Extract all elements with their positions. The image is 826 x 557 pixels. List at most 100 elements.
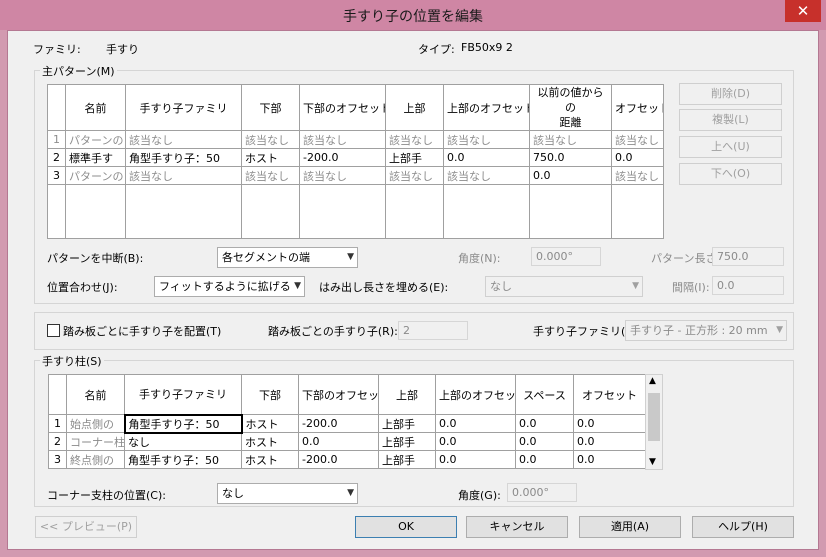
delete-button[interactable]: 削除(D) <box>679 83 782 105</box>
spacing-field[interactable]: 0.0 <box>712 276 784 295</box>
cell-family[interactable]: 該当なし <box>125 166 242 185</box>
cell-base[interactable]: ホスト <box>241 432 299 451</box>
cell-base[interactable]: ホスト <box>241 414 299 433</box>
tread-baluster-family-select[interactable]: 手すり子 - 正方形 : 20 mm ▼ <box>625 320 787 341</box>
cell-top-offset[interactable]: 0.0 <box>435 450 516 469</box>
table-row[interactable]: 1 パターンの 該当なし 該当なし 該当なし 該当なし 該当なし 該当なし 該当… <box>47 130 664 149</box>
cell-base-offset[interactable]: 該当なし <box>299 130 386 149</box>
cell-offset[interactable]: 該当なし <box>611 130 664 149</box>
cell-base-offset[interactable]: -200.0 <box>298 450 379 469</box>
row-number[interactable]: 2 <box>48 432 67 451</box>
move-down-button[interactable]: 下へ(O) <box>679 163 782 185</box>
cell-top[interactable]: 上部手 <box>378 450 436 469</box>
posts-table-scrollbar[interactable]: ▲ ▼ <box>645 374 663 470</box>
move-up-button[interactable]: 上へ(U) <box>679 136 782 158</box>
cell-distance[interactable]: 750.0 <box>529 148 612 167</box>
cell-offset[interactable]: 該当なし <box>611 166 664 185</box>
cell-name[interactable]: 始点側の <box>66 414 125 433</box>
scroll-down-icon[interactable]: ▼ <box>649 457 656 467</box>
justify-select[interactable]: フィットするように拡げる ▼ <box>154 276 305 297</box>
row-number[interactable]: 3 <box>48 450 67 469</box>
per-tread-checkbox-label[interactable]: 踏み板ごとに手すり子を配置(T) <box>63 323 221 339</box>
main-pattern-table[interactable]: 名前 手すり子ファミリ 下部 下部のオフセット 上部 上部のオフセット 以前の値… <box>47 84 664 239</box>
balusters-per-tread-field[interactable]: 2 <box>398 321 468 340</box>
table-row[interactable]: 1 始点側の 角型手すり子：50 ホスト -200.0 上部手 0.0 0.0 … <box>48 413 646 434</box>
cell-top[interactable]: 該当なし <box>385 166 444 185</box>
cell-base-offset[interactable]: -200.0 <box>298 414 379 433</box>
row-number[interactable]: 1 <box>47 130 66 149</box>
cell-base[interactable]: ホスト <box>241 450 299 469</box>
cell-base[interactable]: ホスト <box>241 148 300 167</box>
corner-angle-field[interactable]: 0.000° <box>507 483 577 502</box>
cell-family[interactable]: 角型手すり子：50 <box>125 148 242 167</box>
table-row[interactable]: 2 標準手す 角型手すり子：50 ホスト -200.0 上部手 0.0 750.… <box>47 148 664 167</box>
cell-base-offset[interactable]: 0.0 <box>298 432 379 451</box>
col-header-distance: 以前の値からの 距離 <box>529 84 612 131</box>
close-button[interactable]: ✕ <box>785 0 821 22</box>
cell-space[interactable]: 0.0 <box>515 450 574 469</box>
excess-length-value: なし <box>490 280 512 293</box>
table-row[interactable]: 3 パターンの 該当なし 該当なし 該当なし 該当なし 該当なし 0.0 該当な… <box>47 166 664 185</box>
col-header-baluster-family: 手すり子ファミリ <box>125 84 242 131</box>
preview-button[interactable]: << プレビュー(P) <box>35 516 137 538</box>
row-number[interactable]: 2 <box>47 148 66 167</box>
cell-name[interactable]: コーナー柱 <box>66 432 125 451</box>
cell-base-offset[interactable]: 該当なし <box>299 166 386 185</box>
cell-top-offset[interactable]: 該当なし <box>443 130 530 149</box>
row-number[interactable]: 3 <box>47 166 66 185</box>
cell-top[interactable]: 該当なし <box>385 130 444 149</box>
col-header-base-offset: 下部のオフセット <box>299 84 386 131</box>
scroll-thumb[interactable] <box>648 393 660 441</box>
scroll-up-icon[interactable]: ▲ <box>649 376 656 386</box>
posts-group-label: 手すり柱(S) <box>40 353 104 369</box>
col-header-space: スペース <box>515 374 574 415</box>
cell-family[interactable]: 該当なし <box>125 130 242 149</box>
cell-family[interactable]: なし <box>124 432 242 451</box>
cell-family[interactable]: 角型手すり子：50 <box>124 450 242 469</box>
cell-top-offset[interactable]: 0.0 <box>443 148 530 167</box>
posts-table[interactable]: 名前 手すり子ファミリ 下部 下部のオフセット 上部 上部のオフセット スペース… <box>48 374 646 469</box>
cell-offset[interactable]: 0.0 <box>611 148 664 167</box>
corner-post-position-label: コーナー支柱の位置(C): <box>47 489 166 502</box>
cell-name[interactable]: 終点側の <box>66 450 125 469</box>
cell-offset[interactable]: 0.0 <box>573 432 646 451</box>
excess-length-select[interactable]: なし ▼ <box>485 276 643 297</box>
cell-name[interactable]: 標準手す <box>65 148 126 167</box>
cell-top-offset[interactable]: 0.0 <box>435 432 516 451</box>
col-header-name: 名前 <box>66 374 125 415</box>
table-row[interactable]: 3 終点側の 角型手すり子：50 ホスト -200.0 上部手 0.0 0.0 … <box>48 450 646 469</box>
cell-family[interactable]: 角型手すり子：50 <box>123 413 243 434</box>
cell-base[interactable]: 該当なし <box>241 130 300 149</box>
cell-top[interactable]: 上部手 <box>385 148 444 167</box>
cell-name[interactable]: パターンの <box>65 130 126 149</box>
cell-base[interactable]: 該当なし <box>241 166 300 185</box>
cell-top-offset[interactable]: 0.0 <box>435 414 516 433</box>
cell-offset[interactable]: 0.0 <box>573 414 646 433</box>
justify-value: フィットするように拡げる <box>159 280 291 293</box>
cell-top[interactable]: 上部手 <box>378 414 436 433</box>
per-tread-checkbox[interactable] <box>47 324 60 337</box>
cell-space[interactable]: 0.0 <box>515 414 574 433</box>
row-number[interactable]: 1 <box>48 414 67 433</box>
cell-top-offset[interactable]: 該当なし <box>443 166 530 185</box>
pattern-length-field[interactable]: 750.0 <box>712 247 784 266</box>
cell-base-offset[interactable]: -200.0 <box>299 148 386 167</box>
apply-button[interactable]: 適用(A) <box>579 516 681 538</box>
col-header-base: 下部 <box>241 84 300 131</box>
cell-offset[interactable]: 0.0 <box>573 450 646 469</box>
chevron-down-icon: ▼ <box>347 252 354 262</box>
duplicate-button[interactable]: 複製(L) <box>679 109 782 131</box>
cell-top[interactable]: 上部手 <box>378 432 436 451</box>
cancel-button[interactable]: キャンセル <box>466 516 568 538</box>
ok-button[interactable]: OK <box>355 516 457 538</box>
cell-distance[interactable]: 0.0 <box>529 166 612 185</box>
help-button[interactable]: ヘルプ(H) <box>692 516 794 538</box>
cell-space[interactable]: 0.0 <box>515 432 574 451</box>
cell-name[interactable]: パターンの <box>65 166 126 185</box>
chevron-down-icon: ▼ <box>632 281 639 291</box>
corner-post-position-select[interactable]: なし ▼ <box>217 483 358 504</box>
break-pattern-select[interactable]: 各セグメントの端 ▼ <box>217 247 358 268</box>
angle-field[interactable]: 0.000° <box>531 247 601 266</box>
cell-distance[interactable]: 該当なし <box>529 130 612 149</box>
table-row[interactable]: 2 コーナー柱 なし ホスト 0.0 上部手 0.0 0.0 0.0 <box>48 432 646 451</box>
